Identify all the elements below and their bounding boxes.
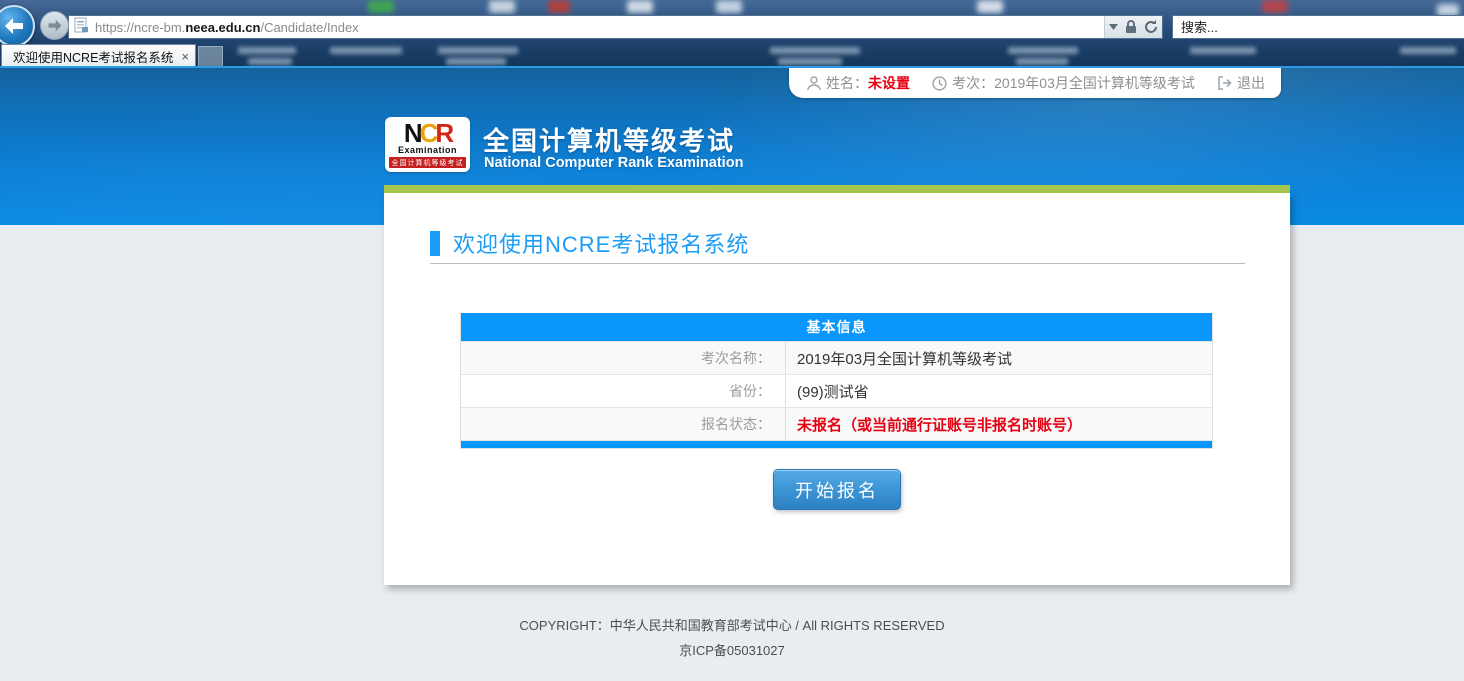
desktop-icon-blur (489, 0, 515, 13)
desktop-icon-blur (627, 0, 653, 13)
desktop-icon-blur (716, 0, 742, 13)
user-name-value: 未设置 (868, 73, 910, 93)
logout-icon (1217, 76, 1232, 90)
table-row: 考次名称： 2019年03月全国计算机等级考试 (461, 341, 1212, 374)
ncre-logo-banner: 全国计算机等级考试 (389, 157, 466, 168)
autocomplete-dropdown-icon[interactable] (1109, 24, 1118, 30)
desktop-label-blur (1190, 47, 1256, 54)
ncre-logo-letters: NCR (404, 120, 451, 144)
desktop-icon-blur (977, 0, 1003, 13)
forward-button[interactable] (40, 11, 69, 40)
row-value: 2019年03月全国计算机等级考试 (786, 342, 1212, 374)
url-text: https://ncre-bm.neea.edu.cn/Candidate/In… (95, 20, 1104, 35)
copyright-line: COPYRIGHT：中华人民共和国教育部考试中心 / All RIGHTS RE… (0, 613, 1464, 638)
tab-title: 欢迎使用NCRE考试报名系统 (13, 47, 173, 66)
desktop-label-blur (778, 58, 842, 65)
desktop-label-blur (238, 47, 296, 54)
browser-tab[interactable]: 欢迎使用NCRE考试报名系统 × (1, 44, 196, 67)
chrome-divider (0, 66, 1464, 68)
page-title: 欢迎使用NCRE考试报名系统 (430, 227, 749, 259)
title-accent-bar (430, 231, 440, 256)
refresh-button-icon[interactable] (1144, 20, 1158, 34)
desktop-icon-blur (1262, 0, 1288, 13)
row-label: 报名状态： (461, 408, 786, 440)
desktop-label-blur (248, 58, 292, 65)
browser-chrome: https://ncre-bm.neea.edu.cn/Candidate/In… (0, 0, 1464, 68)
address-bar-buttons (1104, 16, 1162, 38)
page-footer: COPYRIGHT：中华人民共和国教育部考试中心 / All RIGHTS RE… (0, 613, 1464, 663)
search-box[interactable] (1172, 15, 1464, 39)
exam-session: 考次：2019年03月全国计算机等级考试 (952, 73, 1195, 93)
table-row: 报名状态： 未报名（或当前通行证账号非报名时账号） (461, 407, 1212, 440)
desktop-label-blur (1008, 47, 1078, 54)
desktop-label-blur (438, 47, 518, 54)
center-column: NCR Examination 全国计算机等级考试 全国计算机等级考试 Nati… (384, 68, 1290, 585)
site-title-zh: 全国计算机等级考试 (483, 121, 735, 158)
address-bar[interactable]: https://ncre-bm.neea.edu.cn/Candidate/In… (68, 15, 1163, 39)
site-title-en: National Computer Rank Examination (484, 155, 743, 171)
row-label: 考次名称： (461, 342, 786, 374)
security-lock-icon (1125, 20, 1137, 34)
registration-status-value: 未报名（或当前通行证账号非报名时账号） (786, 408, 1212, 440)
desktop-label-blur (330, 47, 402, 54)
table-row: 省份： (99)测试省 (461, 374, 1212, 407)
logout-link[interactable]: 退出 (1237, 73, 1265, 93)
title-divider (430, 263, 1245, 264)
page-favicon-icon (74, 17, 89, 38)
ncre-logo-subtitle: Examination (398, 145, 457, 155)
back-arrow-icon (3, 17, 25, 35)
desktop-label-blur (1016, 58, 1068, 65)
page: 姓名：未设置 考次：2019年03月全国计算机等级考试 退出 NCR Exami… (0, 68, 1464, 681)
tab-close-button[interactable]: × (181, 50, 189, 63)
user-icon (807, 76, 821, 91)
desktop-label-blur (770, 47, 860, 54)
start-registration-button[interactable]: 开始报名 (773, 469, 901, 510)
new-tab-button[interactable] (198, 46, 223, 67)
ncre-logo: NCR Examination 全国计算机等级考试 (385, 117, 470, 172)
basic-info-table: 基本信息 考次名称： 2019年03月全国计算机等级考试 省份： (99)测试省… (460, 313, 1213, 449)
table-header: 基本信息 (461, 313, 1212, 341)
accent-bar (384, 185, 1290, 193)
user-name: 姓名：未设置 (826, 73, 910, 93)
icp-line: 京ICP备05031027 (0, 638, 1464, 663)
table-footer-bar (461, 440, 1212, 448)
row-label: 省份： (461, 375, 786, 407)
desktop-icon-blur (368, 0, 394, 13)
search-input[interactable] (1173, 16, 1464, 38)
desktop-label-blur (1400, 47, 1456, 54)
exam-session-icon (932, 76, 947, 91)
user-bar: 姓名：未设置 考次：2019年03月全国计算机等级考试 退出 (789, 68, 1281, 98)
row-value: (99)测试省 (786, 375, 1212, 407)
desktop-label-blur (446, 58, 506, 65)
forward-arrow-icon (47, 19, 63, 32)
back-button[interactable] (0, 5, 35, 47)
desktop-icon-blur (548, 0, 570, 13)
content-panel: 欢迎使用NCRE考试报名系统 基本信息 考次名称： 2019年03月全国计算机等… (384, 193, 1290, 585)
